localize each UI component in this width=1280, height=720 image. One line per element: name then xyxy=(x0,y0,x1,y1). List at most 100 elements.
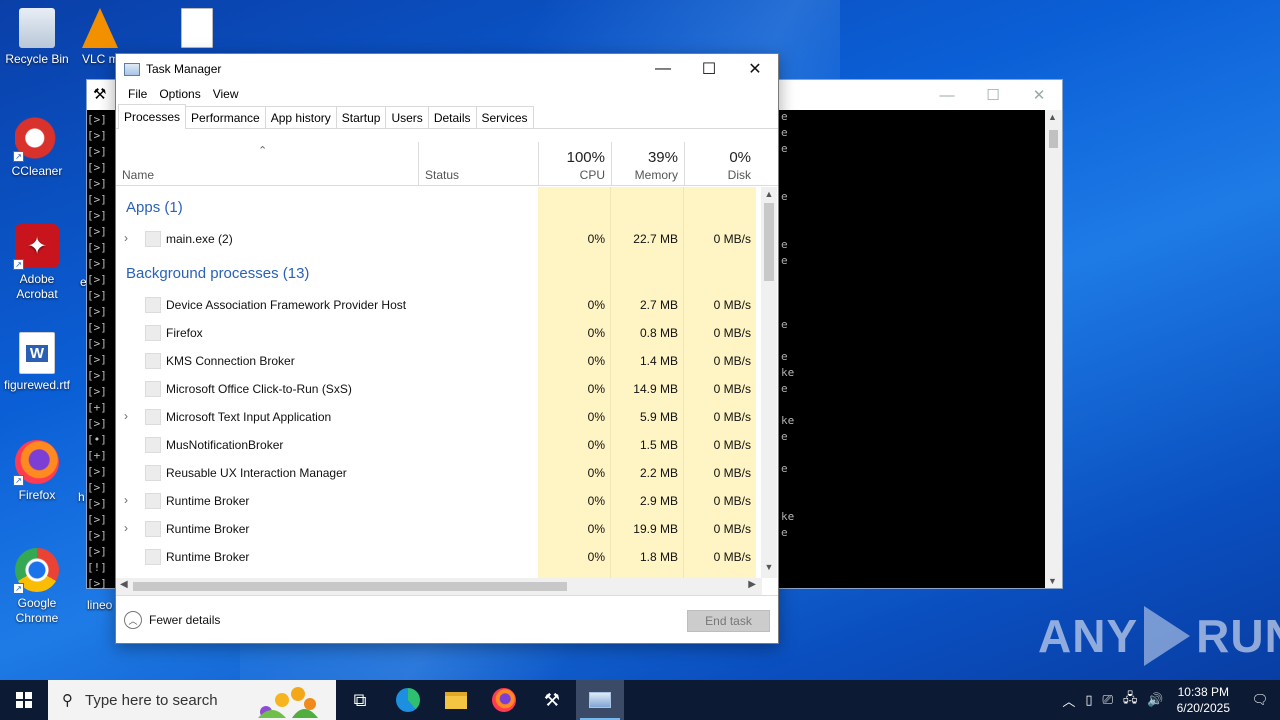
clock[interactable]: 10:38 PM 6/20/2025 xyxy=(1177,684,1230,716)
process-disk: 0 MB/s xyxy=(713,494,751,508)
process-list-vscrollbar[interactable]: ▲ ▼ xyxy=(761,187,777,578)
process-disk: 0 MB/s xyxy=(713,550,751,564)
chevron-up-icon[interactable]: ︿ xyxy=(1062,691,1075,710)
process-row[interactable]: KMS Connection Broker 0% 1.4 MB 0 MB/s xyxy=(116,347,762,375)
scroll-up-icon[interactable]: ▲ xyxy=(761,189,777,203)
maximize-icon[interactable]: ☐ xyxy=(970,80,1016,110)
firefox-taskbar-button[interactable] xyxy=(480,680,528,720)
partial-desktop-label: h xyxy=(78,490,85,504)
column-header-memory[interactable]: 39% Memory xyxy=(611,142,684,186)
desktop-icon-figurewed[interactable]: W figurewed.rtf xyxy=(0,332,74,393)
tab-performance[interactable]: Performance xyxy=(185,106,266,128)
meet-now-icon[interactable]: ⎚ xyxy=(1103,692,1113,708)
console-prompt-line: [>] xyxy=(87,177,107,190)
desktop-icon-firefox[interactable]: ↗ Firefox xyxy=(0,440,74,503)
footer: ︿ Fewer details End task xyxy=(116,595,778,643)
chevron-right-icon[interactable]: › xyxy=(124,521,128,535)
firefox-icon: ↗ xyxy=(13,440,59,486)
column-header-name[interactable]: Name xyxy=(116,142,418,186)
process-row[interactable]: Microsoft Office Click-to-Run (SxS) 0% 14.… xyxy=(116,375,762,403)
notification-button[interactable]: 🗨 xyxy=(1240,680,1280,720)
process-name: Runtime Broker xyxy=(166,494,250,508)
process-disk: 0 MB/s xyxy=(713,382,751,396)
desktop-icon-label: Firefox xyxy=(18,488,56,502)
process-disk: 0 MB/s xyxy=(713,298,751,312)
menu-file[interactable]: File xyxy=(122,87,153,101)
edge-button[interactable] xyxy=(384,680,432,720)
tab-app-history[interactable]: App history xyxy=(264,106,337,128)
console-scroll-thumb[interactable] xyxy=(1049,130,1058,148)
process-list-hscrollbar[interactable]: ◀ ▶ xyxy=(116,578,762,595)
process-row[interactable]: › Microsoft Text Input Application 0% 5.9 M… xyxy=(116,403,762,431)
scroll-down-icon[interactable]: ▼ xyxy=(761,562,777,576)
process-icon xyxy=(145,325,161,341)
console-scrollbar[interactable]: ▲ ▼ xyxy=(1045,110,1062,588)
scroll-right-icon[interactable]: ▶ xyxy=(748,579,756,590)
minimize-icon[interactable]: — xyxy=(924,80,970,110)
desktop-icon-image-file[interactable] xyxy=(160,8,234,52)
tab-processes[interactable]: Processes xyxy=(118,104,187,129)
process-icon xyxy=(145,381,161,397)
vscroll-thumb[interactable] xyxy=(764,203,774,281)
task-manager-window[interactable]: Task Manager — ☐ ✕ File Options View Pro… xyxy=(115,53,779,644)
process-icon xyxy=(145,437,161,453)
console-text-fragment: e xyxy=(781,462,788,475)
tab-startup[interactable]: Startup xyxy=(335,106,387,128)
process-row[interactable]: Runtime Broker 0% 1.8 MB 0 MB/s xyxy=(116,543,762,571)
process-row[interactable]: › Runtime Broker 0% 2.9 MB 0 MB/s xyxy=(116,487,762,515)
process-row[interactable]: Device Association Framework Provider Ho… xyxy=(116,291,762,319)
desktop-icon-google-chrome[interactable]: ↗ Google Chrome xyxy=(0,548,74,626)
process-row[interactable]: › Runtime Broker 0% 19.9 MB 0 MB/s xyxy=(116,515,762,543)
console-window-controls: — ☐ ✕ xyxy=(924,80,1062,110)
file-explorer-button[interactable] xyxy=(432,680,480,720)
tab-details[interactable]: Details xyxy=(427,106,477,128)
network-icon[interactable]: 🖧 xyxy=(1123,689,1138,711)
process-row[interactable]: Firefox 0% 0.8 MB 0 MB/s xyxy=(116,319,762,347)
desktop-icon-ccleaner[interactable]: ↗ CCleaner xyxy=(0,116,74,179)
fewer-details-button[interactable]: ︿ Fewer details xyxy=(124,611,220,629)
console-text-fragment: e xyxy=(781,190,788,203)
menu-view[interactable]: View xyxy=(207,87,245,101)
process-icon xyxy=(145,549,161,565)
console-text-fragment: e xyxy=(781,126,788,139)
desktop-icon-recycle-bin[interactable]: Recycle Bin xyxy=(0,8,74,67)
disk-percent: 0% xyxy=(729,149,751,166)
hscroll-thumb[interactable] xyxy=(133,582,567,591)
maximize-button[interactable]: ☐ xyxy=(686,54,732,84)
start-button[interactable] xyxy=(0,680,48,720)
console-prompt-line: [>] xyxy=(87,545,107,558)
console-text-fragment: ke xyxy=(781,366,795,379)
process-name: Microsoft Text Input Application xyxy=(166,410,332,424)
process-row[interactable]: MusNotificationBroker 0% 1.5 MB 0 MB/s xyxy=(116,431,762,459)
taskbar-search-box[interactable]: ⚲ Type here to search xyxy=(48,680,336,720)
scroll-down-icon[interactable]: ▼ xyxy=(1048,576,1057,586)
close-button[interactable]: ✕ xyxy=(732,54,778,84)
chevron-right-icon[interactable]: › xyxy=(124,493,128,507)
menu-options[interactable]: Options xyxy=(153,87,206,101)
minimize-button[interactable]: — xyxy=(640,54,686,84)
chevron-right-icon[interactable]: › xyxy=(124,231,128,245)
title-bar[interactable]: Task Manager — ☐ ✕ xyxy=(116,54,778,84)
tablet-icon[interactable]: ▯ xyxy=(1085,692,1092,708)
process-disk: 0 MB/s xyxy=(713,438,751,452)
desktop-icon-label: figurewed.rtf xyxy=(3,378,71,392)
scroll-up-icon[interactable]: ▲ xyxy=(1048,112,1057,122)
column-header-disk[interactable]: 0% Disk xyxy=(684,142,757,186)
task-manager-taskbar-button[interactable] xyxy=(576,680,624,720)
chevron-right-icon[interactable]: › xyxy=(124,409,128,423)
tab-users[interactable]: Users xyxy=(385,106,429,128)
menu-bar: File Options View xyxy=(116,84,778,104)
column-header-status[interactable]: Status xyxy=(418,142,538,186)
process-row[interactable]: Reusable UX Interaction Manager 0% 2.2 MB 0… xyxy=(116,459,762,487)
end-task-button[interactable]: End task xyxy=(687,610,770,632)
console-text-fragment: e xyxy=(781,350,788,363)
scroll-left-icon[interactable]: ◀ xyxy=(120,579,128,590)
volume-icon[interactable]: 🔊 xyxy=(1147,692,1163,708)
tab-services[interactable]: Services xyxy=(475,106,534,128)
process-row[interactable]: › main.exe (2) 0% 22.7 MB 0 MB/s xyxy=(116,225,762,253)
desktop-icon-adobe-acrobat[interactable]: ✦ ↗ Adobe Acrobat xyxy=(0,224,74,302)
task-view-button[interactable]: ⧉ xyxy=(336,680,384,720)
close-icon[interactable]: ✕ xyxy=(1016,80,1062,110)
column-header-cpu[interactable]: 100% CPU xyxy=(538,142,611,186)
hammer-app-button[interactable]: ⚒ xyxy=(528,680,576,720)
